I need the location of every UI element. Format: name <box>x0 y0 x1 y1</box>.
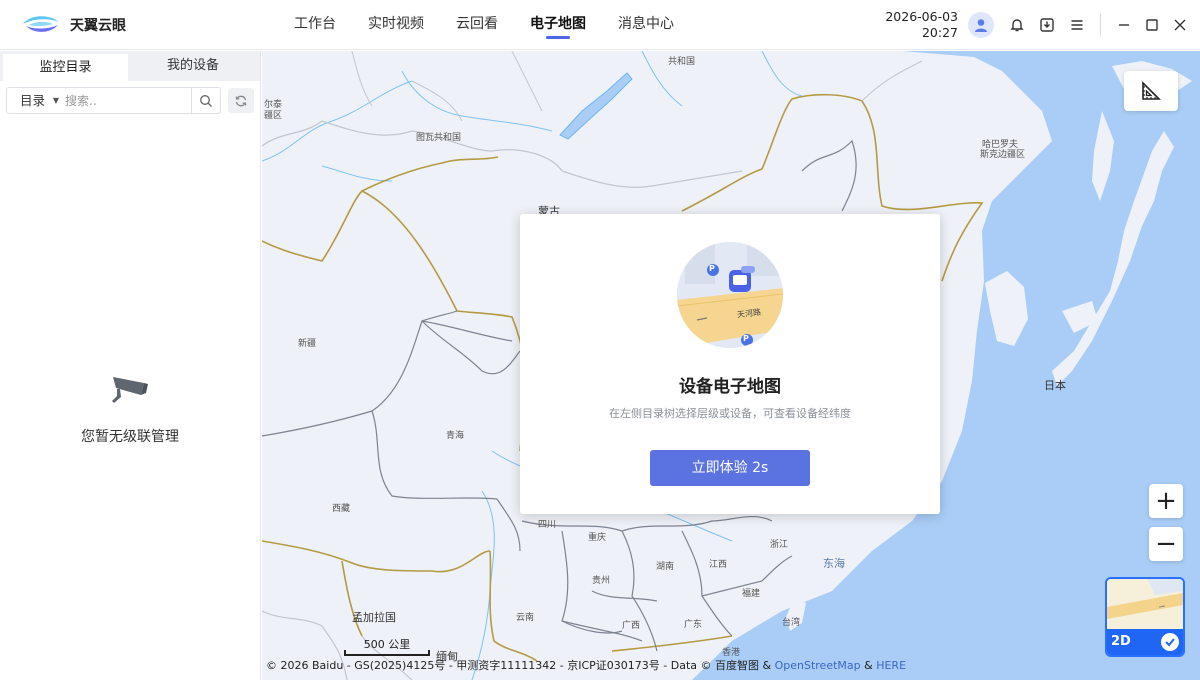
map-scale-bar <box>344 650 430 656</box>
map-preview-image: P P 天河路 <box>677 242 783 348</box>
here-link[interactable]: HERE <box>876 659 906 672</box>
map-label-guizhou: 贵州 <box>592 576 611 586</box>
map-label-altai-2: 疆区 <box>264 111 283 121</box>
nav-workbench[interactable]: 工作台 <box>278 0 352 50</box>
map-label-guangxi: 广西 <box>622 621 641 631</box>
search-input[interactable] <box>65 88 191 113</box>
datetime: 2026-06-03 20:27 <box>880 9 958 41</box>
empty-state-text: 您暂无级联管理 <box>81 429 179 445</box>
maximize-icon[interactable] <box>1140 13 1164 37</box>
download-icon[interactable] <box>1035 13 1059 37</box>
app-name: 天翼云眼 <box>70 18 126 34</box>
map-label-bangladesh: 孟加拉国 <box>352 611 396 624</box>
header-divider <box>1100 14 1101 36</box>
zoom-in-button[interactable]: + <box>1149 484 1183 518</box>
search-row: 目录 ▼ <box>6 87 221 114</box>
map-thumbnail <box>1107 579 1183 629</box>
map-label-guangdong: 广东 <box>684 620 703 630</box>
map-copyright: © 2026 Baidu - GS(2025)4125号 - 甲测资字11111… <box>262 657 1200 675</box>
directory-select[interactable]: 目录 ▼ <box>7 88 65 113</box>
try-now-button[interactable]: 立即体验 2s <box>650 450 810 486</box>
date-text: 2026-06-03 <box>885 9 958 24</box>
camera-icon <box>110 373 150 411</box>
map-canvas[interactable]: 尔泰 疆区 图瓦共和国 共和国 蒙古 哈巴罗夫 斯克边疆区 新疆 青海 西藏 四… <box>262 51 1200 680</box>
time-text: 20:27 <box>921 25 958 40</box>
caret-down-icon: ▼ <box>52 96 59 105</box>
map-label-donghai: 东海 <box>823 557 845 570</box>
dialog-title: 设备电子地图 <box>679 377 781 397</box>
map-label-taiwan: 台湾 <box>782 618 801 628</box>
parking-sign-icon: P <box>709 264 715 273</box>
map-label-khabarovsk-2: 斯克边疆区 <box>980 150 1026 160</box>
copyright-amp: & <box>864 659 873 672</box>
menu-icon[interactable] <box>1065 13 1089 37</box>
parking-sign-icon: P <box>743 334 749 343</box>
main-nav: 工作台 实时视频 云回看 电子地图 消息中心 <box>278 0 690 50</box>
check-icon <box>1161 633 1179 651</box>
nav-cloud-playback[interactable]: 云回看 <box>440 0 514 50</box>
map-label-jiangxi: 江西 <box>709 560 728 570</box>
copyright-text: © 2026 Baidu - GS(2025)4125号 - 甲测资字11111… <box>266 659 772 672</box>
dialog-description: 在左侧目录树选择层级或设备，可查看设备经纬度 <box>609 407 851 420</box>
map-label-hunan: 湖南 <box>656 562 675 572</box>
refresh-icon[interactable] <box>228 88 254 113</box>
user-avatar-icon[interactable] <box>968 12 994 38</box>
directory-select-value: 目录 <box>20 93 46 108</box>
sidebar-tabs: 监控目录 我的设备 <box>0 51 260 81</box>
tab-monitor-directory[interactable]: 监控目录 <box>3 54 128 81</box>
nav-live-video[interactable]: 实时视频 <box>352 0 440 50</box>
sidebar: 监控目录 我的设备 目录 ▼ 您暂无级联管理 <box>0 51 261 680</box>
map-label-fujian: 福建 <box>742 589 761 599</box>
search-icon[interactable] <box>191 88 220 113</box>
map-label-japan: 日本 <box>1044 379 1066 392</box>
map-label-zhejiang: 浙江 <box>770 540 789 550</box>
osm-link[interactable]: OpenStreetMap <box>775 659 861 672</box>
bell-icon[interactable] <box>1005 13 1029 37</box>
app-logo-icon <box>23 16 59 32</box>
map-label-yunnan: 云南 <box>516 613 535 623</box>
close-icon[interactable] <box>1168 13 1192 37</box>
map-label-buryat: 共和国 <box>668 57 696 67</box>
nav-message-center[interactable]: 消息中心 <box>602 0 690 50</box>
map-label-chongqing: 重庆 <box>588 533 607 543</box>
tab-my-devices[interactable]: 我的设备 <box>128 51 258 81</box>
map-label-xinjiang: 新疆 <box>298 339 317 349</box>
map-intro-dialog: P P 天河路 设备电子地图 在左侧目录树选择层级或设备，可查看设备经纬度 立即… <box>520 214 940 514</box>
nav-electronic-map[interactable]: 电子地图 <box>514 0 602 50</box>
top-bar: 天翼云眼 工作台 实时视频 云回看 电子地图 消息中心 2026-06-03 2… <box>0 0 1200 50</box>
map-label-xizang: 西藏 <box>332 504 351 514</box>
minimize-icon[interactable] <box>1112 13 1136 37</box>
ruler-icon <box>1142 81 1161 100</box>
brand[interactable]: 天翼云眼 <box>20 10 126 40</box>
map-label-tuva: 图瓦共和国 <box>416 133 462 143</box>
map-label-sichuan: 四川 <box>538 520 557 530</box>
measure-tool-button[interactable] <box>1124 71 1178 111</box>
map-mode-2d-card[interactable]: 2D <box>1105 577 1185 657</box>
zoom-out-button[interactable]: − <box>1149 527 1183 561</box>
map-label-qinghai: 青海 <box>446 431 465 441</box>
